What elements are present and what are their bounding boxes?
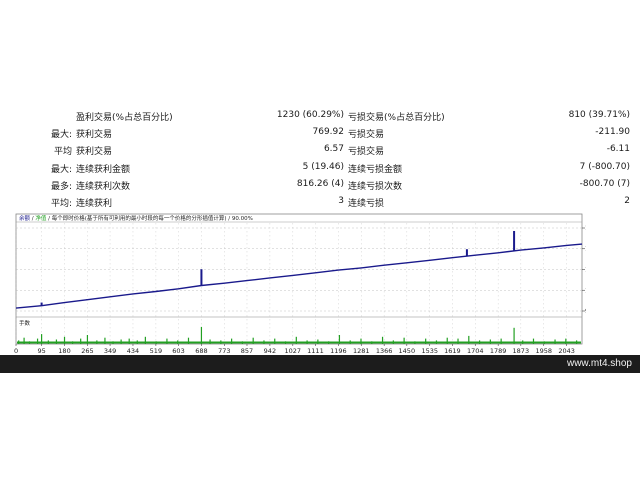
stat-label-right: 连续亏损金额 [348, 164, 403, 175]
x-tick-label: 1366 [376, 347, 393, 355]
stats-row: 最多: 连续获利次数 816.26 (4) 连续亏损次数 -800.70 (7) [0, 176, 640, 193]
stats-row: 平均: 连续获利 3 连续亏损 2 [0, 193, 640, 210]
stat-label: 连续获利 [76, 198, 113, 209]
stat-prefix: 平均: [50, 198, 72, 209]
volume-bar [200, 326, 203, 344]
stat-value: 5 (19.46) [302, 161, 344, 172]
balance-spike [40, 302, 43, 306]
stat-value-right: 2 [624, 195, 630, 206]
x-tick-label: 1873 [513, 347, 530, 355]
x-tick-label: 434 [127, 347, 139, 355]
x-tick-label: 1281 [353, 347, 370, 355]
x-tick-label: 2043 [558, 347, 575, 355]
balance-chart-panel: 余额 / 净值 / 每个即时价格(基于所有可利用的最小时段的每一个价格的分形插值… [14, 212, 586, 357]
stats-row: 盈利交易(%占总百分比) 1230 (60.29%) 亏损交易(%占总百分比) 810… [0, 107, 640, 124]
stat-label-right: 亏损交易 [348, 130, 385, 141]
y-tick-label: 12621 [585, 245, 586, 253]
x-tick-label: 180 [58, 347, 70, 355]
stat-label-right: 亏损交易 [348, 147, 385, 158]
x-tick-label: 942 [264, 347, 276, 355]
x-tick-label: 857 [241, 347, 253, 355]
x-tick-label: 1535 [421, 347, 438, 355]
stat-label: 盈利交易(%占总百分比) [76, 113, 173, 123]
stats-row: 最大: 连续获利金额 5 (19.46) 连续亏损金额 7 (-800.70) [0, 159, 640, 176]
x-tick-label: 1450 [399, 347, 416, 355]
stat-label: 连续获利次数 [76, 181, 131, 192]
y-tick-label: 13554 [585, 224, 586, 232]
stat-label: 获利交易 [76, 130, 113, 141]
stats-row: 平均 获利交易 6.57 亏损交易 -6.11 [0, 141, 640, 158]
x-tick-label: 95 [37, 347, 45, 355]
balance-spike [513, 230, 516, 251]
stat-prefix: 平均 [53, 147, 72, 158]
stat-prefix: 最大: [50, 164, 72, 175]
stat-value: 816.26 (4) [296, 178, 344, 189]
stat-label: 连续获利金额 [76, 164, 131, 175]
x-tick-label: 1958 [535, 347, 552, 355]
stat-value: 769.92 [312, 127, 345, 138]
x-tick-label: 519 [150, 347, 162, 355]
stat-label-right: 亏损交易(%占总百分比) [348, 113, 445, 123]
watermark-text: www.mt4.shop [566, 358, 632, 369]
balance-spike [86, 299, 89, 300]
balance-spike [465, 249, 468, 257]
stat-value: 6.57 [323, 144, 344, 155]
chart-description: / 每个即时价格(基于所有可利用的最小时段的每一个价格的分形插值计算) / 90… [46, 214, 252, 222]
x-tick-label: 1196 [330, 347, 347, 355]
x-tick-label: 603 [172, 347, 184, 355]
balance-spike [200, 269, 203, 286]
stats-row: 最大: 获利交易 769.92 亏损交易 -211.90 [0, 124, 640, 141]
y-tick-label: 9821 [585, 307, 586, 315]
report-stats-table: 盈利交易(%占总百分比) 1230 (60.29%) 亏损交易(%占总百分比) 810… [0, 107, 640, 210]
legend-equity: 净值 [35, 214, 47, 222]
legend-balance: 余额 [19, 214, 31, 222]
x-tick-label: 0 [14, 347, 18, 355]
stat-value-right: -6.11 [606, 144, 630, 155]
stat-label: 获利交易 [76, 147, 113, 158]
balance-chart: 余额 / 净值 / 每个即时价格(基于所有可利用的最小时段的每一个价格的分形插值… [14, 213, 586, 355]
x-tick-label: 688 [195, 347, 207, 355]
watermark-bar: www.mt4.shop [0, 355, 640, 373]
x-tick-label: 1704 [467, 347, 484, 355]
stat-value-right: -800.70 (7) [579, 178, 630, 189]
stat-value: 3 [338, 195, 344, 206]
y-tick-label: 11688 [585, 265, 586, 273]
x-tick-label: 1111 [307, 347, 324, 355]
stat-value: 1230 (60.29%) [276, 110, 344, 120]
x-tick-label: 265 [81, 347, 93, 355]
y-tick-label: 10754 [585, 286, 586, 294]
chart-header-text: 余额 / 净值 / 每个即时价格(基于所有可利用的最小时段的每一个价格的分形插值… [19, 214, 253, 222]
stat-value-right: 7 (-800.70) [579, 161, 630, 172]
stat-label-right: 连续亏损 [348, 198, 385, 209]
x-tick-label: 349 [104, 347, 116, 355]
x-tick-label: 1789 [490, 347, 507, 355]
x-tick-label: 1027 [285, 347, 302, 355]
stat-prefix: 最多: [50, 181, 72, 192]
stat-value-right: -211.90 [595, 127, 630, 138]
stat-prefix: 最大: [50, 130, 72, 141]
x-tick-label: 1619 [444, 347, 461, 355]
stat-value-right: 810 (39.71%) [568, 110, 630, 120]
chart-frame [15, 213, 583, 345]
stat-label-right: 连续亏损次数 [348, 181, 403, 192]
volume-panel-title: 手数 [19, 319, 31, 327]
x-tick-label: 773 [218, 347, 230, 355]
